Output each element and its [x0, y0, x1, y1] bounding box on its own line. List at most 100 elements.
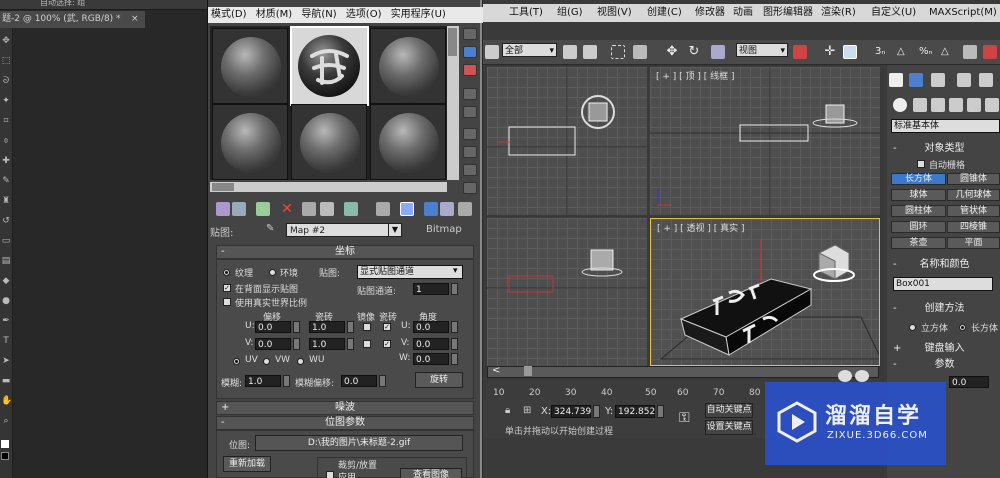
select-manipulate-icon[interactable]: ✛ [823, 45, 837, 59]
document-tab-close-icon[interactable]: × [131, 11, 139, 28]
modify-tab-icon[interactable] [909, 73, 923, 87]
scale-icon[interactable] [711, 45, 725, 59]
show-map-on-back-checkbox[interactable]: ✓ [223, 284, 231, 292]
blur-spinner[interactable] [283, 375, 290, 387]
background-color-swatch[interactable] [1, 452, 9, 460]
eyedropper-tool-icon[interactable]: ⌽ [1, 136, 11, 146]
shape-tool-icon[interactable]: ▬ [1, 376, 11, 386]
undo-icon[interactable] [485, 45, 499, 59]
wu-radio[interactable] [297, 358, 304, 365]
material-navigator-icon[interactable] [463, 182, 477, 194]
u-offset-field[interactable]: 0.0 [255, 321, 291, 333]
show-map-in-viewport-icon[interactable] [376, 202, 390, 216]
video-color-check-icon[interactable] [463, 106, 477, 118]
w-angle-field[interactable]: 0.0 [413, 353, 449, 365]
cylinder-button[interactable]: 圆柱体 [891, 205, 946, 217]
apply-checkbox[interactable] [326, 471, 334, 478]
coordinates-rollout-header[interactable]: - 坐标 [216, 245, 474, 259]
blur-tool-icon[interactable]: ◆ [1, 276, 11, 286]
object-category-dropdown[interactable]: 标准基本体 [891, 119, 1000, 133]
sample-type-icon[interactable] [463, 28, 477, 40]
menu-modifiers[interactable]: 修改器 [695, 4, 725, 22]
box-button[interactable]: 长方体 [891, 173, 946, 185]
eyedropper-icon[interactable]: ✎ [266, 223, 274, 234]
menu-utilities[interactable]: 实用程序(U) [388, 7, 449, 23]
put-to-library-icon[interactable] [320, 202, 334, 216]
v-mirror-checkbox[interactable] [363, 340, 371, 348]
viewport-top[interactable]: [ + ] [ 顶 ] [ 线框 ] [650, 67, 880, 215]
sphere-button[interactable]: 球体 [891, 189, 946, 201]
assign-material-icon[interactable] [256, 202, 270, 216]
percent-snap-icon[interactable]: %ₙ [919, 45, 933, 59]
create-tab-icon[interactable] [889, 73, 903, 87]
u-angle-field[interactable]: 0.0 [413, 321, 449, 333]
keyboard-shortcut-override-icon[interactable] [843, 45, 857, 59]
menu-options[interactable]: 选项(O) [343, 7, 385, 23]
teapot-button[interactable]: 茶壶 [891, 237, 946, 249]
angle-snap-icon[interactable]: △ [897, 45, 911, 59]
u-angle-spinner[interactable] [451, 321, 458, 333]
v-angle-spinner[interactable] [451, 338, 458, 350]
object-type-rollout-header[interactable]: - 对象类型 [889, 143, 1000, 157]
menu-views[interactable]: 视图(V) [597, 4, 632, 22]
show-end-result-icon[interactable] [400, 202, 414, 216]
menu-tools[interactable]: 工具(T) [509, 4, 543, 22]
sample-slots-horizontal-scrollbar[interactable] [210, 182, 447, 192]
dodge-tool-icon[interactable]: ● [1, 296, 11, 306]
view-image-button[interactable]: 查看图像 [400, 468, 462, 478]
geometry-icon[interactable] [893, 98, 907, 112]
uv-tiling-icon[interactable] [463, 88, 477, 100]
healing-tool-icon[interactable]: ✚ [1, 156, 11, 166]
history-brush-tool-icon[interactable]: ↺ [1, 216, 11, 226]
mapping-dropdown[interactable]: 显式贴图通道 [357, 265, 463, 279]
photoshop-document-tab[interactable]: 题-2 @ 100% (武, RGB/8) * × [0, 11, 145, 28]
u-mirror-checkbox[interactable] [363, 323, 371, 331]
texture-radio[interactable] [223, 269, 230, 276]
spinner-snap-icon[interactable]: △ [941, 45, 955, 59]
torus-button[interactable]: 圆环 [891, 221, 946, 233]
gradient-tool-icon[interactable]: ▤ [1, 256, 11, 266]
v-tile-checkbox[interactable]: ✓ [383, 340, 391, 348]
viewport-bottom-left[interactable] [487, 218, 647, 366]
pick-material-icon[interactable] [458, 202, 472, 216]
menu-create[interactable]: 创建(C) [647, 4, 682, 22]
crop-tool-icon[interactable]: ⌗ [1, 116, 11, 126]
get-material-icon[interactable] [216, 202, 230, 216]
hierarchy-tab-icon[interactable] [931, 73, 945, 87]
map-channel-field[interactable]: 1 [413, 283, 449, 295]
motion-tab-icon[interactable] [957, 73, 971, 87]
rectangle-selection-icon[interactable] [611, 45, 625, 59]
menu-animation[interactable]: 动画 [733, 4, 753, 22]
cameras-icon[interactable] [949, 98, 963, 112]
select-by-name-icon[interactable] [583, 45, 597, 59]
sample-slot-4[interactable] [212, 104, 288, 180]
menu-rendering[interactable]: 渲染(R) [821, 4, 856, 22]
y-coordinate-spinner[interactable] [657, 405, 664, 418]
window-crossing-icon[interactable] [633, 45, 647, 59]
v-angle-field[interactable]: 0.0 [413, 338, 449, 350]
tube-button[interactable]: 管状体 [947, 205, 1000, 217]
foreground-color-swatch[interactable] [1, 440, 9, 448]
move-tool-icon[interactable]: ✥ [1, 36, 11, 46]
map-name-field[interactable]: Map #2 [286, 223, 402, 237]
display-tab-icon[interactable] [979, 73, 993, 87]
auto-key-button[interactable]: 自动关键点 [705, 403, 753, 418]
mirror-icon[interactable] [983, 45, 997, 59]
menu-mode[interactable]: 模式(D) [208, 7, 250, 23]
cone-button[interactable]: 圆锥体 [947, 173, 1000, 185]
creation-method-rollout-header[interactable]: - 创建方法 [889, 303, 1000, 317]
parameters-rollout-header[interactable]: - 参数 [889, 359, 1000, 373]
scroll-thumb[interactable] [448, 28, 457, 56]
v-tiling-field[interactable]: 1.0 [309, 338, 345, 350]
make-preview-icon[interactable] [463, 128, 477, 140]
spacewarps-icon[interactable] [985, 98, 999, 112]
blur-offset-spinner[interactable] [379, 375, 386, 387]
lasso-tool-icon[interactable]: ᘐ [1, 76, 11, 86]
cube-radio[interactable] [909, 324, 916, 331]
viewport-top-left[interactable] [487, 67, 647, 215]
key-mode-icon[interactable]: ⚿ [679, 410, 690, 426]
uv-radio[interactable] [233, 358, 240, 365]
menu-navigation[interactable]: 导航(N) [298, 7, 339, 23]
u-tiling-field[interactable]: 1.0 [309, 321, 345, 333]
map-name-dropdown-icon[interactable]: ▼ [388, 223, 402, 237]
